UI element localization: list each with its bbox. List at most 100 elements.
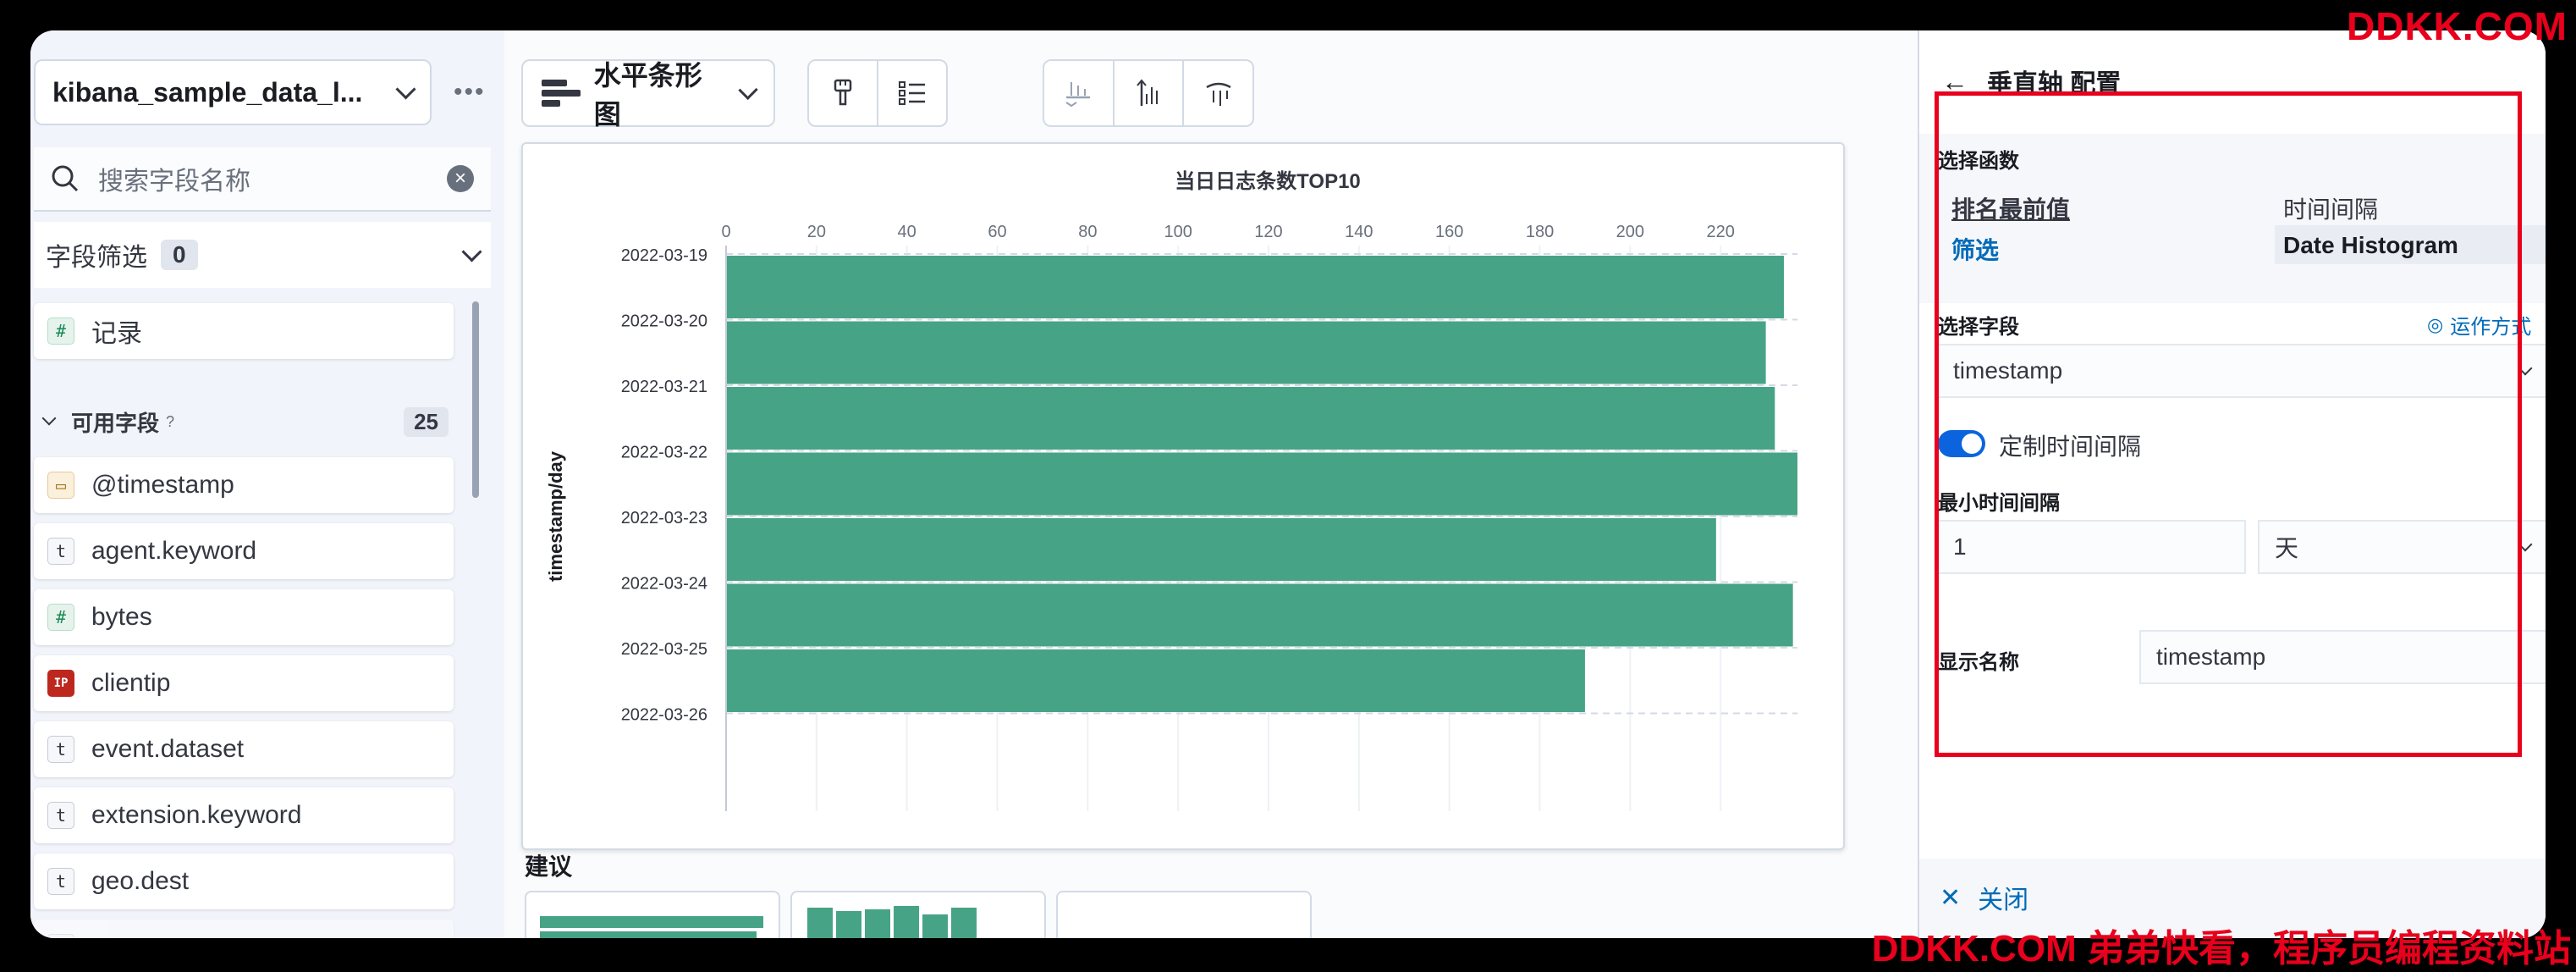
string-type-icon: t <box>47 868 74 895</box>
field-search-input[interactable]: 搜索字段名称 × <box>34 147 491 212</box>
x-tick-label: 80 <box>1078 223 1097 241</box>
function-top-values[interactable]: 排名最前值 <box>1951 191 2070 225</box>
records-label: 记录 <box>91 320 142 348</box>
field-filter-toggle[interactable]: 字段筛选 0 <box>34 222 491 288</box>
records-field[interactable]: # 记录 <box>34 303 454 359</box>
function-filter[interactable]: 筛选 <box>1951 232 1999 266</box>
date-type-icon: ▭ <box>47 472 74 499</box>
y-tick-label: 2022-03-21 <box>621 378 707 396</box>
field-select-value: timestamp <box>1953 357 2063 384</box>
function-date-histogram[interactable]: Date Histogram <box>2275 225 2546 264</box>
available-fields-label: 可用字段 <box>71 410 160 436</box>
string-type-icon: t <box>47 538 74 565</box>
chevron-down-icon <box>461 240 482 262</box>
more-options-icon[interactable]: ••• <box>454 80 486 105</box>
number-type-icon: # <box>47 604 74 631</box>
flyout-title-text: 垂直轴 配置 <box>1987 70 2122 98</box>
min-interval-value: 1 <box>1953 533 1967 560</box>
vis-type-select[interactable]: 水平条形图 <box>521 59 775 130</box>
display-name-label: 显示名称 <box>1938 651 2019 674</box>
horizontal-bar-chart-icon <box>542 78 581 108</box>
x-tick-label: 40 <box>898 223 916 241</box>
close-label: 关闭 <box>1978 886 2029 914</box>
interval-unit-select[interactable]: 天 <box>2258 520 2546 574</box>
x-tick-label: 160 <box>1435 223 1463 241</box>
chart-bar <box>726 583 1793 647</box>
x-tick-label: 140 <box>1345 223 1373 241</box>
available-fields-header[interactable]: 可用字段 ? 25 <box>34 398 454 445</box>
suggestion-card[interactable] <box>525 891 780 938</box>
y-tick-label: 2022-03-26 <box>621 706 707 725</box>
chevron-down-icon <box>395 78 416 100</box>
y-tick-label: 2022-03-19 <box>621 246 707 265</box>
field-item[interactable]: t event.dataset <box>34 721 454 777</box>
watermark-top: DDKK.COM <box>2347 4 2568 48</box>
field-item[interactable]: ▭ @timestamp <box>34 457 454 513</box>
select-function-label: 选择函数 <box>1938 150 2019 173</box>
list-settings-icon[interactable] <box>878 61 946 125</box>
index-pattern-select[interactable]: kibana_sample_data_l... <box>34 59 432 125</box>
chart-bar <box>726 649 1585 712</box>
field-select[interactable]: timestamp <box>1936 344 2546 398</box>
x-tick-label: 100 <box>1164 223 1192 241</box>
y-tick-label: 2022-03-25 <box>621 640 707 659</box>
number-type-icon: # <box>47 318 74 345</box>
chart-bar <box>726 452 1797 516</box>
field-item[interactable]: t geo.dest <box>34 853 454 909</box>
axis-bottom-icon[interactable] <box>1044 61 1115 125</box>
chart-bar <box>726 256 1784 318</box>
string-type-icon: t <box>47 802 74 829</box>
field-sidebar: kibana_sample_data_l... ••• 搜索字段名称 × 字段筛… <box>30 30 504 938</box>
field-item[interactable]: IP clientip <box>34 655 454 711</box>
interval-unit-value: 天 <box>2275 535 2299 561</box>
help-icon[interactable]: ? <box>166 413 174 431</box>
display-name-input[interactable]: timestamp <box>2139 630 2546 684</box>
suggestion-card[interactable] <box>790 891 1046 938</box>
arrow-left-icon[interactable]: ← <box>1941 66 1968 97</box>
x-tick-label: 0 <box>721 223 730 241</box>
clear-icon[interactable]: × <box>447 165 474 192</box>
select-field-label: 选择字段 <box>1938 316 2019 339</box>
search-placeholder: 搜索字段名称 <box>98 168 250 196</box>
y-tick-label: 2022-03-22 <box>621 444 707 462</box>
field-filter-label: 字段筛选 <box>46 244 147 272</box>
workspace: 水平条形图 当日日志条数TOP10 0 20 40 60 80 100 120 140 160 1 <box>504 30 2417 938</box>
chevron-down-icon <box>41 411 57 426</box>
field-name: event.dataset <box>91 735 245 763</box>
app-window: kibana_sample_data_l... ••• 搜索字段名称 × 字段筛… <box>30 30 2546 938</box>
suggestion-card[interactable] <box>1056 891 1312 938</box>
chevron-down-icon <box>2518 537 2533 552</box>
y-tick-label: 2022-03-24 <box>621 575 707 594</box>
chart-title: 当日日志条数TOP10 <box>1175 170 1361 193</box>
field-item[interactable]: # bytes <box>34 589 454 645</box>
field-name: geo.dest <box>91 867 190 895</box>
field-item[interactable]: t extension.keyword <box>34 787 454 843</box>
axis-right-icon[interactable] <box>1184 61 1252 125</box>
close-button[interactable]: ✕ 关闭 <box>1940 879 2028 916</box>
y-tick-label: 2022-03-23 <box>621 509 707 527</box>
paintbrush-icon[interactable] <box>809 61 878 125</box>
style-toolbar <box>807 59 948 127</box>
field-name: agent.keyword <box>91 537 257 565</box>
axis-left-icon[interactable] <box>1115 61 1185 125</box>
sidebar-scrollbar[interactable] <box>472 301 479 498</box>
flyout-title[interactable]: ← 垂直轴 配置 <box>1941 63 2121 100</box>
chart-panel: 当日日志条数TOP10 0 20 40 60 80 100 120 140 160 180 200 22… <box>521 142 1845 850</box>
string-type-icon: t <box>47 736 74 763</box>
how-it-works-link[interactable]: ◎ 运作方式 <box>2427 310 2531 340</box>
help-circle-icon: ◎ <box>2427 313 2444 335</box>
field-item[interactable]: t geo.src <box>34 920 454 938</box>
chevron-down-icon <box>2518 361 2533 376</box>
axis-toolbar <box>1043 59 1254 127</box>
watermark-bottom: DDKK.COM 弟弟快看，程序员编程资料站 <box>1871 928 2571 969</box>
min-interval-label: 最小时间间隔 <box>1938 492 2060 515</box>
x-tick-label: 180 <box>1526 223 1554 241</box>
min-interval-input[interactable]: 1 <box>1936 520 2246 574</box>
custom-interval-switch[interactable] <box>1938 430 1985 457</box>
field-name: clientip <box>91 669 171 697</box>
filter-count-badge: 0 <box>161 240 198 270</box>
vis-type-label: 水平条形图 <box>593 60 702 130</box>
field-item[interactable]: t agent.keyword <box>34 523 454 579</box>
function-interval[interactable]: 时间间隔 <box>2283 191 2378 225</box>
chevron-down-icon <box>738 80 758 100</box>
